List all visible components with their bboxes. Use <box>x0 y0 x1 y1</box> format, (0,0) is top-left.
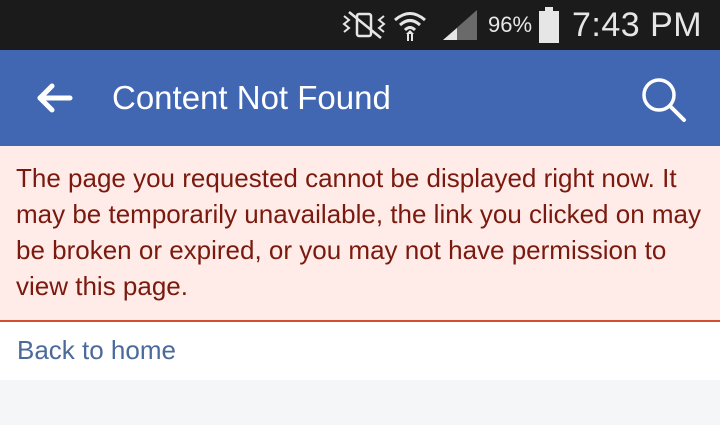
app-bar: Content Not Found <box>0 50 720 146</box>
back-home-row: Back to home <box>0 322 720 380</box>
back-button[interactable] <box>30 74 80 122</box>
wifi-icon <box>392 0 428 50</box>
battery-icon <box>538 0 560 50</box>
clock: 7:43 PM <box>572 5 703 44</box>
signal-icon <box>441 0 479 50</box>
search-button[interactable] <box>634 72 694 128</box>
status-bar: 96% 7:43 PM <box>0 0 720 50</box>
search-icon <box>642 78 686 122</box>
vibrate-mute-icon <box>341 0 387 50</box>
error-message: The page you requested cannot be display… <box>16 163 702 301</box>
back-arrow-icon <box>37 83 73 113</box>
battery-percent: 96% <box>488 12 533 37</box>
back-to-home-link[interactable]: Back to home <box>17 322 176 378</box>
error-banner: The page you requested cannot be display… <box>0 146 720 322</box>
page-title: Content Not Found <box>112 79 391 116</box>
